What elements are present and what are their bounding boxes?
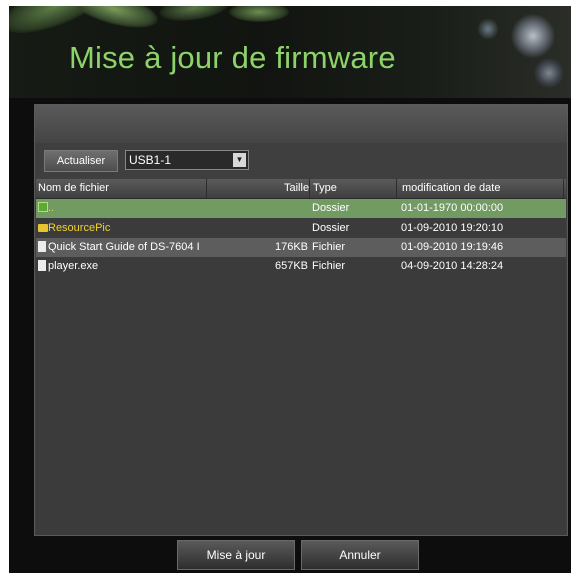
leaf-decoration (157, 6, 231, 25)
file-name: ResourcePic (48, 222, 111, 234)
panel-header-bar (35, 105, 567, 143)
column-divider[interactable] (309, 179, 310, 198)
file-size: 657KB (274, 260, 308, 272)
file-date: 01-01-1970 00:00:00 (401, 202, 504, 214)
column-header-date[interactable]: modification de date (402, 182, 500, 194)
column-divider[interactable] (396, 179, 397, 198)
column-header-name[interactable]: Nom de fichier (38, 182, 109, 194)
device-select-value: USB1-1 (129, 153, 172, 167)
leaf-decoration (66, 6, 162, 36)
folder-icon (38, 224, 48, 232)
chevron-down-icon[interactable]: ▼ (233, 153, 246, 167)
file-type: Fichier (312, 260, 346, 272)
file-name: Quick Start Guide of DS-7604 I (48, 241, 200, 253)
parent-folder-icon (38, 202, 48, 212)
column-header-type[interactable]: Type (313, 182, 337, 194)
device-select[interactable]: USB1-1 ▼ (125, 150, 249, 170)
file-icon (38, 241, 46, 252)
file-row-quick-start-guide[interactable]: Quick Start Guide of DS-7604 I 176KB Fic… (36, 238, 566, 257)
update-button[interactable]: Mise à jour (177, 540, 295, 570)
column-divider[interactable] (563, 179, 564, 198)
leaf-decoration (229, 6, 289, 22)
dialog-title: Mise à jour de firmware (69, 40, 396, 75)
file-date: 01-09-2010 19:19:46 (401, 241, 504, 253)
firmware-update-dialog: Mise à jour de firmware Actualiser USB1-… (9, 6, 571, 573)
file-browser-panel: Actualiser USB1-1 ▼ Nom de fichier Taill… (34, 104, 568, 536)
file-icon (38, 260, 46, 271)
cancel-button[interactable]: Annuler (301, 540, 419, 570)
column-header-size[interactable]: Taille (284, 182, 309, 194)
file-list-header: Nom de fichier Taille Type modification … (36, 179, 566, 199)
refresh-button[interactable]: Actualiser (44, 150, 118, 172)
file-type: Dossier (312, 222, 350, 234)
bokeh-decoration (477, 18, 499, 40)
file-size: 176KB (274, 241, 308, 253)
file-type: Fichier (312, 241, 346, 253)
file-date: 04-09-2010 14:28:24 (401, 260, 504, 272)
file-name: player.exe (48, 260, 99, 272)
file-list[interactable]: Nom de fichier Taille Type modification … (36, 179, 566, 535)
bokeh-decoration (534, 58, 564, 88)
header-banner: Mise à jour de firmware (9, 6, 571, 98)
file-type: Dossier (312, 202, 350, 214)
file-row-resourcepic[interactable]: ResourcePic Dossier 01-09-2010 19:20:10 (36, 219, 566, 238)
file-row-player-exe[interactable]: player.exe 657KB Fichier 04-09-2010 14:2… (36, 257, 566, 276)
file-date: 01-09-2010 19:20:10 (401, 222, 504, 234)
bokeh-decoration (511, 14, 555, 58)
file-name: .. (48, 202, 55, 214)
column-divider[interactable] (206, 179, 207, 198)
file-row-parent[interactable]: .. Dossier 01-01-1970 00:00:00 (36, 199, 566, 218)
